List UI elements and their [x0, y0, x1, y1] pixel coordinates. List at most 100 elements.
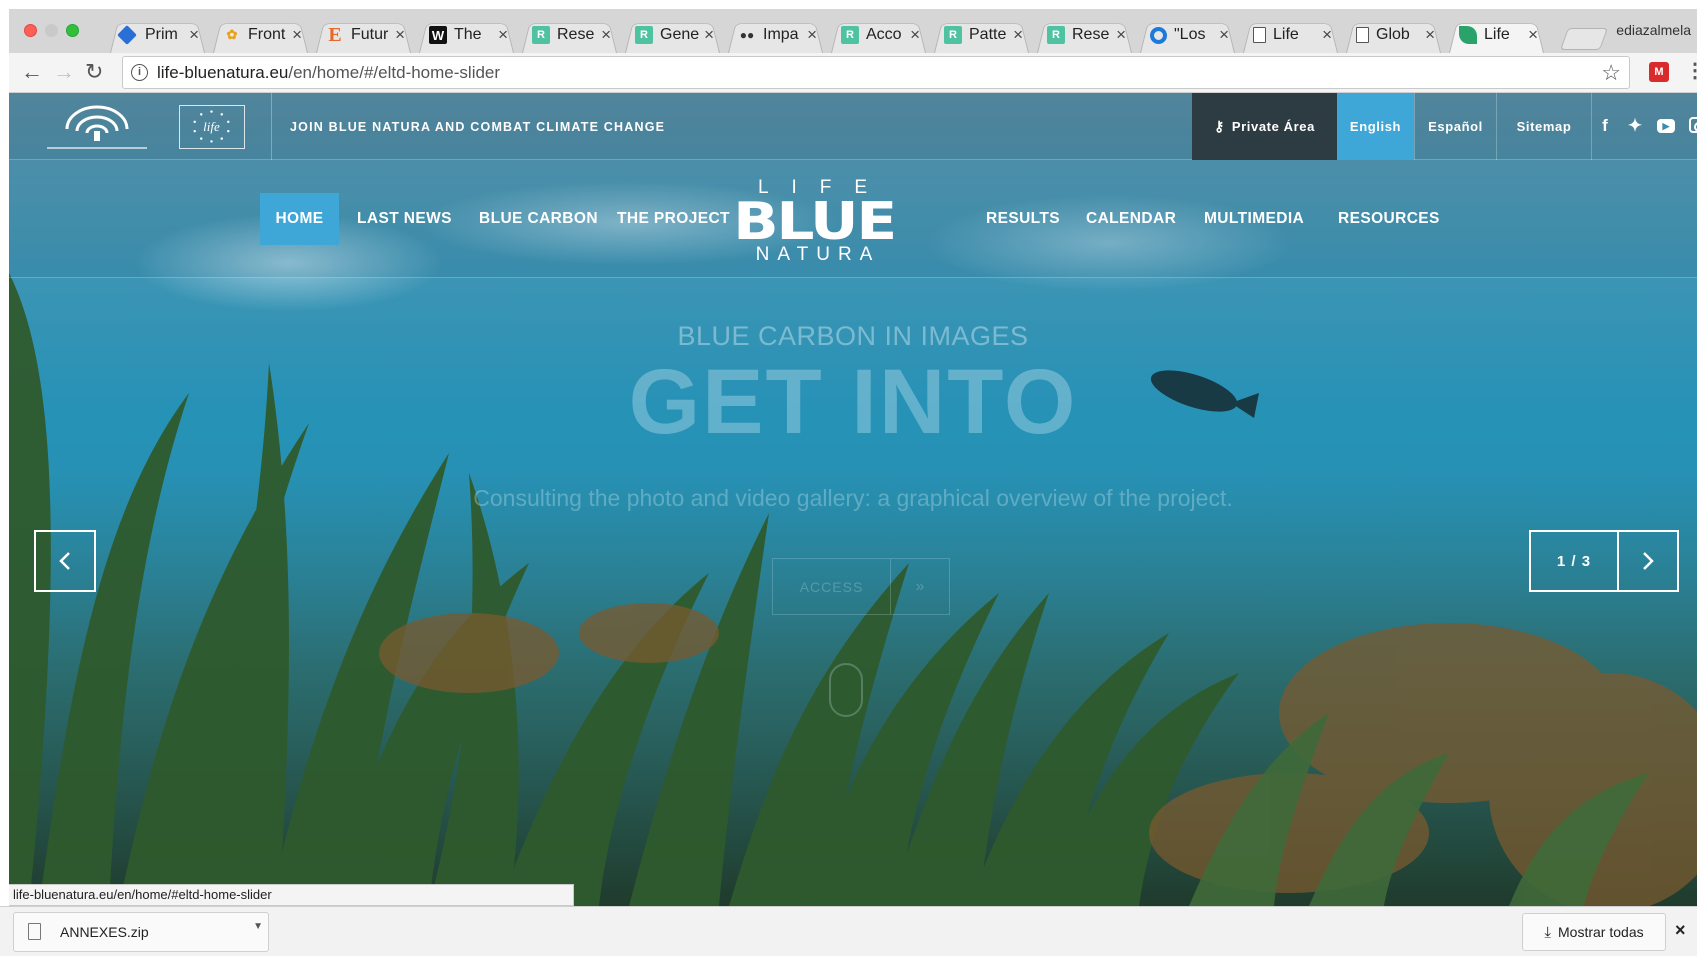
nav-blue-carbon[interactable]: BLUE CARBON [479, 193, 598, 245]
slider-counter: 1 / 3 [1529, 530, 1617, 592]
chevron-left-icon [59, 552, 70, 570]
address-bar[interactable]: i life-bluenatura.eu/en/home/#/eltd-home… [122, 56, 1630, 89]
nav-calendar[interactable]: CALENDAR [1086, 193, 1176, 245]
browser-tab[interactable]: Prim × [106, 17, 209, 53]
download-shelf: ANNEXES.zip ▼ ⤓ Mostrar todas × [0, 906, 1697, 956]
tab-title: The [454, 26, 482, 43]
tab-close-icon[interactable]: × [1322, 25, 1332, 45]
researchgate-favicon-icon: R [1047, 26, 1065, 44]
web-page: life JOIN BLUE NATURA AND COMBAT CLIMATE… [9, 93, 1697, 906]
browser-tab[interactable]: "Los × [1136, 17, 1239, 53]
language-english-button[interactable]: English [1337, 93, 1414, 160]
slide-kicker: BLUE CARBON IN IMAGES [677, 321, 1029, 351]
slide-access-label: ACCESS [773, 559, 891, 614]
researchgate-favicon-icon: R [635, 26, 653, 44]
tab-close-icon[interactable]: × [189, 25, 199, 45]
tab-title: Front [248, 26, 286, 43]
tab-close-icon[interactable]: × [1219, 25, 1229, 45]
chevron-down-icon[interactable]: ▼ [253, 921, 263, 932]
browser-tab[interactable]: R Rese × [518, 17, 621, 53]
info-icon[interactable]: i [131, 64, 148, 81]
slide-title: GET INTO [628, 351, 1078, 453]
instagram-icon[interactable] [1689, 117, 1697, 133]
tab-close-icon[interactable]: × [1528, 25, 1538, 45]
life-stars-icon: life [193, 110, 230, 143]
tab-close-icon[interactable]: × [498, 25, 508, 45]
browser-tab[interactable]: R Acco × [827, 17, 930, 53]
minimize-window-button[interactable] [45, 24, 58, 37]
nav-last-news[interactable]: LAST NEWS [357, 193, 452, 245]
life-blue-natura-logo[interactable]: LIFE BLUE NATURA [729, 177, 899, 267]
private-area-label: Private Área [1231, 119, 1315, 134]
slider-next-button[interactable] [1617, 530, 1679, 592]
tab-close-icon[interactable]: × [910, 25, 920, 45]
close-window-button[interactable] [24, 24, 37, 37]
browser-tab[interactable]: E Futur × [312, 17, 415, 53]
nav-resources[interactable]: RESOURCES [1338, 193, 1440, 245]
download-item[interactable]: ANNEXES.zip ▼ [13, 912, 269, 952]
browser-menu-icon[interactable]: ⋮ [1685, 59, 1697, 83]
leaf-favicon-icon [1459, 26, 1477, 44]
people-favicon-icon: ●● [739, 28, 755, 42]
show-all-downloads-button[interactable]: ⤓ Mostrar todas [1522, 913, 1666, 951]
tab-title: Prim [145, 26, 178, 43]
top-bar-divider [271, 93, 272, 160]
sitemap-link[interactable]: Sitemap [1496, 93, 1592, 160]
tab-close-icon[interactable]: × [704, 25, 714, 45]
slider-prev-button[interactable] [34, 530, 96, 592]
browser-tab[interactable]: R Patte × [930, 17, 1033, 53]
back-arrow-icon[interactable]: ← [21, 60, 43, 84]
tab-close-icon[interactable]: × [292, 25, 302, 45]
tab-close-icon[interactable]: × [1116, 25, 1126, 45]
nav-the-project[interactable]: THE PROJECT [617, 193, 730, 245]
colorful-favicon-icon: ✿ [226, 27, 238, 42]
browser-tabs: Prim × ✿ Front × E Futur × W The × R Rese × R Gene… [106, 17, 1548, 53]
url-text[interactable]: life-bluenatura.eu/en/home/#/eltd-home-s… [157, 63, 500, 83]
private-area-button[interactable]: ⚷ Private Área [1192, 93, 1337, 160]
browser-tab[interactable]: Life × [1239, 17, 1342, 53]
tab-close-icon[interactable]: × [1013, 25, 1023, 45]
letter-w-favicon-icon: W [429, 26, 447, 44]
browser-tab[interactable]: W The × [415, 17, 518, 53]
language-spanish-button[interactable]: Español [1414, 93, 1496, 160]
tab-title: Rese [557, 26, 595, 43]
file-icon [28, 923, 41, 940]
youtube-icon[interactable]: ▶ [1657, 119, 1675, 133]
browser-tab[interactable]: R Gene × [621, 17, 724, 53]
brand-blue-text: BLUE [733, 192, 897, 252]
browser-tab[interactable]: ✿ Front × [209, 17, 312, 53]
reload-icon[interactable]: ↻ [85, 60, 103, 84]
researchgate-favicon-icon: R [944, 26, 962, 44]
browser-tab-active[interactable]: Life × [1445, 17, 1548, 53]
extension-icon[interactable]: M [1649, 62, 1669, 82]
bookmark-star-icon[interactable]: ☆ [1601, 60, 1621, 86]
browser-tab[interactable]: ●● Impa × [724, 17, 827, 53]
life-programme-logo[interactable]: life [179, 105, 245, 149]
facebook-icon[interactable]: f [1597, 117, 1613, 135]
scroll-mouse-icon[interactable] [829, 663, 863, 717]
nav-results[interactable]: RESULTS [986, 193, 1060, 245]
site-top-bar: life JOIN BLUE NATURA AND COMBAT CLIMATE… [9, 93, 1697, 160]
home-slider: BLUE CARBON IN IMAGES GET INTO Consultin… [9, 278, 1697, 906]
nav-home[interactable]: HOME [260, 193, 339, 245]
browser-tab[interactable]: Glob × [1342, 17, 1445, 53]
junta-andalucia-logo-icon[interactable] [37, 101, 157, 153]
key-icon: ⚷ [1214, 118, 1225, 134]
close-shelf-icon[interactable]: × [1675, 920, 1686, 941]
tab-close-icon[interactable]: × [601, 25, 611, 45]
nav-multimedia[interactable]: MULTIMEDIA [1204, 193, 1304, 245]
tab-close-icon[interactable]: × [807, 25, 817, 45]
url-host: life-bluenatura.eu [157, 63, 289, 82]
profile-name[interactable]: ediazalmela [1616, 22, 1691, 38]
forward-arrow-icon[interactable]: → [53, 60, 75, 84]
twitter-icon[interactable]: ✦ [1627, 117, 1643, 135]
maximize-window-button[interactable] [66, 24, 79, 37]
browser-tab[interactable]: R Rese × [1033, 17, 1136, 53]
researchgate-favicon-icon: R [841, 26, 859, 44]
new-tab-button[interactable] [1559, 28, 1609, 50]
slide-description: Consulting the photo and video gallery: … [473, 485, 1233, 511]
tab-title: Life [1484, 26, 1510, 43]
tab-close-icon[interactable]: × [395, 25, 405, 45]
tab-close-icon[interactable]: × [1425, 25, 1435, 45]
slide-access-button[interactable]: ACCESS » [772, 558, 950, 615]
